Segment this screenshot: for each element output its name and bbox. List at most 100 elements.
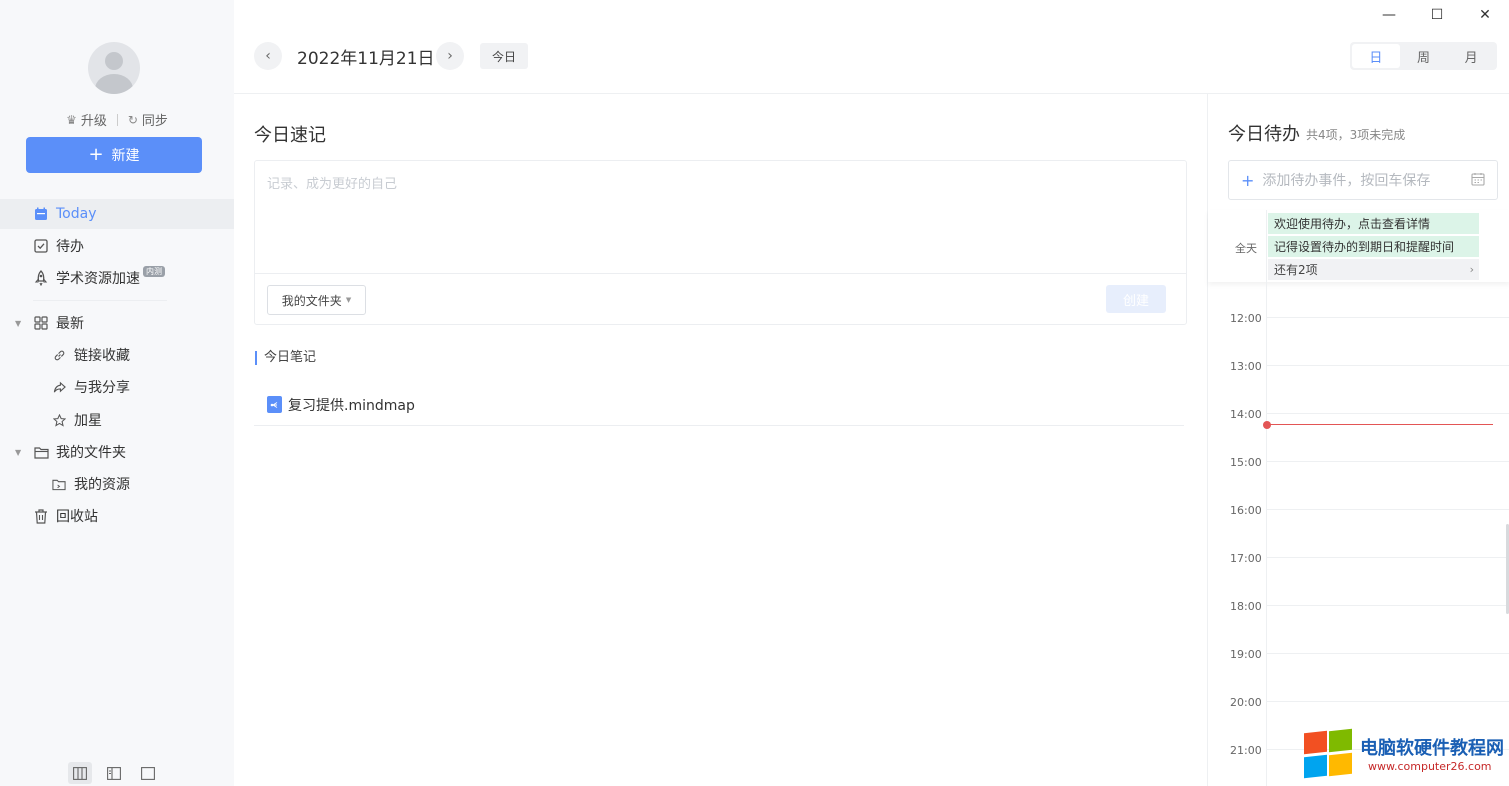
avatar-head — [105, 52, 123, 70]
folder-select[interactable]: 我的文件夹 ▼ — [267, 285, 366, 315]
hour-label: 16:00 — [1230, 504, 1262, 517]
sidebar-item-label: 学术资源加速 — [56, 271, 140, 287]
allday-label: 全天 — [1235, 242, 1257, 255]
beta-badge: 内测 — [143, 265, 165, 277]
sidebar-divider — [33, 300, 167, 301]
new-button[interactable]: + 新建 — [26, 137, 202, 173]
more-events-label: 还有2项 — [1274, 263, 1318, 277]
sidebar-item-label: 我的文件夹 — [56, 445, 126, 461]
caret-down-icon[interactable]: ▼ — [15, 448, 21, 457]
sidebar-item-today[interactable]: Today — [0, 199, 234, 229]
chevron-right-icon: › — [447, 48, 453, 64]
hour-label: 17:00 — [1230, 552, 1262, 565]
today-button[interactable]: 今日 — [480, 43, 528, 69]
next-day-button[interactable]: › — [436, 42, 464, 70]
hour-gridline — [1267, 317, 1509, 318]
view-day-tab[interactable]: 日 — [1352, 44, 1400, 68]
allday-section: 全天 欢迎使用待办，点击查看详情 记得设置待办的到期日和提醒时间 还有2项 › — [1208, 210, 1509, 282]
avatar-body — [95, 74, 133, 94]
hour-label: 12:00 — [1230, 312, 1262, 325]
upgrade-link[interactable]: 升级 — [81, 110, 107, 129]
sidebar-item-label: 加星 — [74, 413, 102, 429]
view-week-tab[interactable]: 周 — [1400, 44, 1448, 68]
avatar[interactable] — [88, 42, 140, 94]
prev-day-button[interactable]: ‹ — [254, 42, 282, 70]
hour-label: 14:00 — [1230, 408, 1262, 421]
sidebar-item-recent[interactable]: ▼ 最新 — [0, 308, 234, 338]
sidebar-item-todo[interactable]: 待办 — [0, 231, 234, 261]
sidebar-item-label: Today — [56, 206, 97, 222]
sidebar-item-my-folder[interactable]: ▼ 我的文件夹 — [0, 437, 234, 467]
quicknote-title: 今日速记 — [254, 125, 326, 146]
allday-event[interactable]: 记得设置待办的到期日和提醒时间 — [1268, 236, 1479, 257]
todo-input-placeholder: 添加待办事件，按回车保存 — [1262, 173, 1431, 189]
chevron-left-icon: ‹ — [265, 48, 271, 64]
grid-icon — [33, 315, 49, 331]
note-title: 复习提供.mindmap — [288, 397, 415, 414]
chevron-right-icon: › — [1469, 263, 1474, 276]
sidebar-item-shared[interactable]: 与我分享 — [0, 372, 234, 402]
folder-select-value: 我的文件夹 — [281, 293, 342, 308]
current-time-dot — [1263, 421, 1271, 429]
hour-gridline — [1267, 605, 1509, 606]
current-time-line — [1267, 424, 1493, 425]
two-column-layout-icon[interactable] — [102, 762, 126, 784]
current-date: 2022年11月21日 — [297, 49, 435, 69]
sidebar-item-links[interactable]: 链接收藏 — [0, 340, 234, 370]
quicknote-editor[interactable]: 记录、成为更好的自己 我的文件夹 ▼ 创建 — [254, 160, 1187, 325]
quicknote-placeholder: 记录、成为更好的自己 — [267, 177, 398, 192]
resource-folder-icon — [51, 476, 67, 492]
plus-icon: + — [1241, 170, 1255, 190]
sync-link[interactable]: 同步 — [142, 110, 168, 129]
trash-icon — [33, 508, 49, 524]
sidebar-item-label: 与我分享 — [74, 380, 130, 396]
caret-down-icon[interactable]: ▼ — [15, 319, 21, 328]
plus-icon: + — [88, 144, 104, 165]
hour-label: 21:00 — [1230, 744, 1262, 757]
watermark-url: www.computer26.com — [1368, 760, 1492, 773]
hour-gridline — [1267, 461, 1509, 462]
view-switcher: 日 周 月 — [1350, 42, 1497, 70]
share-icon — [51, 379, 67, 395]
hour-label: 19:00 — [1230, 648, 1262, 661]
sidebar-item-trash[interactable]: 回收站 — [0, 501, 234, 531]
sidebar-item-label: 我的资源 — [74, 477, 130, 493]
link-icon — [51, 347, 67, 363]
sidebar-item-label: 回收站 — [56, 509, 98, 525]
timeline-axis — [1266, 210, 1267, 786]
hour-gridline — [1267, 365, 1509, 366]
sidebar-item-my-resources[interactable]: 我的资源 — [0, 469, 234, 499]
quicknote-footer-divider — [255, 273, 1186, 274]
upgrade-icon: ♛ — [66, 112, 77, 127]
windows-logo-icon — [1304, 728, 1356, 780]
hour-gridline — [1267, 509, 1509, 510]
hour-label: 18:00 — [1230, 600, 1262, 613]
three-column-layout-icon[interactable] — [68, 762, 92, 784]
more-events-button[interactable]: 还有2项 › — [1268, 259, 1479, 280]
create-button[interactable]: 创建 — [1106, 285, 1166, 313]
todo-panel: 今日待办 共4项，3项未完成 + 添加待办事件，按回车保存 全天 欢迎使用待办，… — [1207, 94, 1509, 786]
sidebar-item-label: 链接收藏 — [74, 348, 130, 364]
sidebar-item-starred[interactable]: 加星 — [0, 405, 234, 435]
sidebar-item-academic[interactable]: 学术资源加速 内测 — [0, 263, 234, 293]
hour-label: 20:00 — [1230, 696, 1262, 709]
date-toolbar: ‹ 2022年11月21日 › 今日 日 周 月 — [234, 0, 1509, 94]
star-icon — [51, 412, 67, 428]
hour-label: 15:00 — [1230, 456, 1262, 469]
view-month-tab[interactable]: 月 — [1447, 44, 1495, 68]
calendar-icon[interactable] — [1471, 172, 1485, 190]
sidebar-item-label: 待办 — [56, 239, 84, 255]
list-item[interactable]: 复习提供.mindmap — [254, 384, 1184, 426]
hour-gridline — [1267, 413, 1509, 414]
hour-gridline — [1267, 701, 1509, 702]
todo-input[interactable]: + 添加待办事件，按回车保存 — [1228, 160, 1498, 200]
single-column-layout-icon[interactable] — [136, 762, 160, 784]
account-actions: ♛ 升级 ↻ 同步 — [0, 110, 234, 130]
sidebar-item-label: 最新 — [56, 316, 84, 332]
hour-gridline — [1267, 653, 1509, 654]
hour-gridline — [1267, 557, 1509, 558]
today-notes-heading: 今日笔记 — [255, 351, 316, 365]
mindmap-file-icon — [267, 396, 282, 413]
allday-event[interactable]: 欢迎使用待办，点击查看详情 — [1268, 213, 1479, 234]
layout-switcher — [68, 762, 160, 784]
